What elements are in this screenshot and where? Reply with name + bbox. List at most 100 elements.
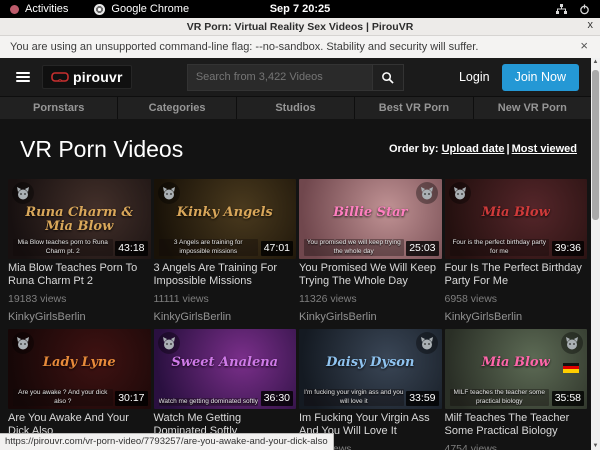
browser-viewport: pirouvr Login Join Now Pornstars Categor… xyxy=(0,58,591,450)
screen: Activities Google Chrome Sep 7 20:25 VR … xyxy=(0,0,600,450)
video-thumbnail[interactable]: Sweet Analena Watch me getting dominated… xyxy=(154,329,297,409)
video-thumbnail[interactable]: Daisy Dyson I'm fucking your virgin ass … xyxy=(299,329,442,409)
scrollbar[interactable]: ▲ ▼ xyxy=(591,58,600,450)
studio-link[interactable]: KinkyGirlsBerlin xyxy=(445,311,588,323)
studio-cat-logo-icon xyxy=(12,182,34,204)
duration-badge: 35:58 xyxy=(552,391,584,406)
thumbnail-overlay-title: Billie Star xyxy=(313,206,427,220)
thumbnail-caption: 3 Angels are training for impossible mis… xyxy=(159,239,259,256)
thumbnail-overlay-title: Kinky Angels xyxy=(168,206,282,220)
video-thumbnail[interactable]: Mia Blow MILF teaches the teacher some p… xyxy=(445,329,588,409)
nav-item-studios[interactable]: Studios xyxy=(237,97,354,119)
video-card[interactable]: Runa Charm & Mia Blow Mia Blow teaches p… xyxy=(8,179,151,323)
warning-close-icon[interactable]: × xyxy=(580,38,588,53)
studio-cat-logo-icon xyxy=(158,332,180,354)
thumbnail-overlay-title: Lady Lyne xyxy=(22,356,136,370)
hamburger-menu-icon[interactable] xyxy=(16,72,30,82)
thumbnail-caption: Four is the perfect birthday party for m… xyxy=(450,239,550,256)
thumbnail-caption: You promised we will keep trying the who… xyxy=(304,239,404,256)
nav-item-categories[interactable]: Categories xyxy=(118,97,235,119)
video-card[interactable]: Kinky Angels 3 Angels are training for i… xyxy=(154,179,297,323)
warning-message: You are using an unsupported command-lin… xyxy=(10,41,478,53)
window-title: VR Porn: Virtual Reality Sex Videos | Pi… xyxy=(187,21,414,33)
site-header: pirouvr Login Join Now xyxy=(0,58,591,96)
order-most-viewed-link[interactable]: Most viewed xyxy=(512,143,577,155)
search-icon xyxy=(381,71,394,84)
site-logo[interactable]: pirouvr xyxy=(42,65,132,89)
thumbnail-overlay-title: Daisy Dyson xyxy=(313,356,427,370)
power-icon[interactable] xyxy=(579,4,590,15)
thumbnail-caption: I'm fucking your virgin ass and you will… xyxy=(304,389,404,406)
duration-badge: 33:59 xyxy=(406,391,438,406)
heading-row: VR Porn Videos Order by: Upload date|Mos… xyxy=(0,119,591,165)
studio-cat-logo-icon xyxy=(416,332,438,354)
video-grid: Runa Charm & Mia Blow Mia Blow teaches p… xyxy=(8,179,587,450)
scroll-up-icon[interactable]: ▲ xyxy=(591,59,600,65)
order-upload-date-link[interactable]: Upload date xyxy=(442,143,505,155)
video-card[interactable]: Daisy Dyson I'm fucking your virgin ass … xyxy=(299,329,442,450)
thumbnail-overlay-title: Mia Blow xyxy=(459,356,573,370)
view-count: 11326 views xyxy=(299,293,442,305)
video-thumbnail[interactable]: Kinky Angels 3 Angels are training for i… xyxy=(154,179,297,259)
main-nav: Pornstars Categories Studios Best VR Por… xyxy=(0,96,591,119)
order-by-label: Order by: xyxy=(389,143,439,155)
duration-badge: 43:18 xyxy=(115,241,147,256)
thumbnail-caption: MILF teaches the teacher some practical … xyxy=(450,389,550,406)
view-count: 11111 views xyxy=(154,293,297,305)
thumbnail-overlay-title: Runa Charm & Mia Blow xyxy=(22,206,136,233)
studio-cat-logo-icon xyxy=(561,332,583,354)
video-title[interactable]: Milf Teaches The Teacher Some Practical … xyxy=(445,412,588,438)
status-bar-url: https://pirouvr.com/vr-porn-video/779325… xyxy=(0,433,334,450)
studio-cat-logo-icon xyxy=(12,332,34,354)
nav-item-pornstars[interactable]: Pornstars xyxy=(0,97,117,119)
video-card[interactable]: Lady Lyne Are you awake ? And your dick … xyxy=(8,329,151,450)
thumbnail-overlay-title: Sweet Analena xyxy=(168,356,282,370)
thumbnail-caption: Mia Blow teaches porn to Runa Charm pt. … xyxy=(13,239,113,256)
duration-badge: 36:30 xyxy=(261,391,293,406)
window-titlebar: VR Porn: Virtual Reality Sex Videos | Pi… xyxy=(0,18,600,36)
duration-badge: 39:36 xyxy=(552,241,584,256)
join-now-button[interactable]: Join Now xyxy=(502,64,579,91)
thumbnail-caption: Watch me getting dominated softly xyxy=(159,398,259,406)
login-link[interactable]: Login xyxy=(459,70,490,84)
duration-badge: 30:17 xyxy=(115,391,147,406)
scroll-down-icon[interactable]: ▼ xyxy=(591,443,600,449)
search-input[interactable] xyxy=(187,64,372,91)
network-icon[interactable] xyxy=(556,4,567,15)
german-flag xyxy=(563,363,579,373)
video-title[interactable]: Four Is The Perfect Birthday Party For M… xyxy=(445,262,588,288)
video-card[interactable]: Mia Blow Four is the perfect birthday pa… xyxy=(445,179,588,323)
page-title: VR Porn Videos xyxy=(20,136,183,163)
video-card[interactable]: Sweet Analena Watch me getting dominated… xyxy=(154,329,297,450)
video-title[interactable]: Mia Blow Teaches Porn To Runa Charm Pt 2 xyxy=(8,262,151,288)
order-separator: | xyxy=(505,143,512,155)
nav-item-new-vr-porn[interactable]: New VR Porn xyxy=(474,97,591,119)
clock[interactable]: Sep 7 20:25 xyxy=(0,3,600,15)
video-card[interactable]: Billie Star You promised we will keep tr… xyxy=(299,179,442,323)
studio-cat-logo-icon xyxy=(158,182,180,204)
duration-badge: 47:01 xyxy=(261,241,293,256)
video-thumbnail[interactable]: Mia Blow Four is the perfect birthday pa… xyxy=(445,179,588,259)
video-thumbnail[interactable]: Runa Charm & Mia Blow Mia Blow teaches p… xyxy=(8,179,151,259)
video-thumbnail[interactable]: Lady Lyne Are you awake ? And your dick … xyxy=(8,329,151,409)
search-bar xyxy=(187,64,404,91)
view-count: 19183 views xyxy=(8,293,151,305)
video-title[interactable]: You Promised We Will Keep Trying The Who… xyxy=(299,262,442,288)
studio-link[interactable]: KinkyGirlsBerlin xyxy=(8,311,151,323)
studio-link[interactable]: KinkyGirlsBerlin xyxy=(154,311,297,323)
view-count: 6958 views xyxy=(445,293,588,305)
video-thumbnail[interactable]: Billie Star You promised we will keep tr… xyxy=(299,179,442,259)
window-close-button[interactable]: x xyxy=(588,19,594,31)
scrollbar-thumb[interactable] xyxy=(592,70,599,220)
studio-link[interactable]: KinkyGirlsBerlin xyxy=(299,311,442,323)
view-count: 4754 views xyxy=(445,443,588,450)
vr-goggles-icon xyxy=(51,72,69,83)
thumbnail-overlay-title: Mia Blow xyxy=(459,206,573,220)
video-title[interactable]: 3 Angels Are Training For Impossible Mis… xyxy=(154,262,297,288)
order-by: Order by: Upload date|Most viewed xyxy=(389,143,577,155)
chrome-warning-bar: You are using an unsupported command-lin… xyxy=(0,36,600,59)
site-logo-text: pirouvr xyxy=(73,69,123,85)
video-card[interactable]: Mia Blow MILF teaches the teacher some p… xyxy=(445,329,588,450)
nav-item-best-vr-porn[interactable]: Best VR Porn xyxy=(355,97,472,119)
search-button[interactable] xyxy=(372,64,404,91)
